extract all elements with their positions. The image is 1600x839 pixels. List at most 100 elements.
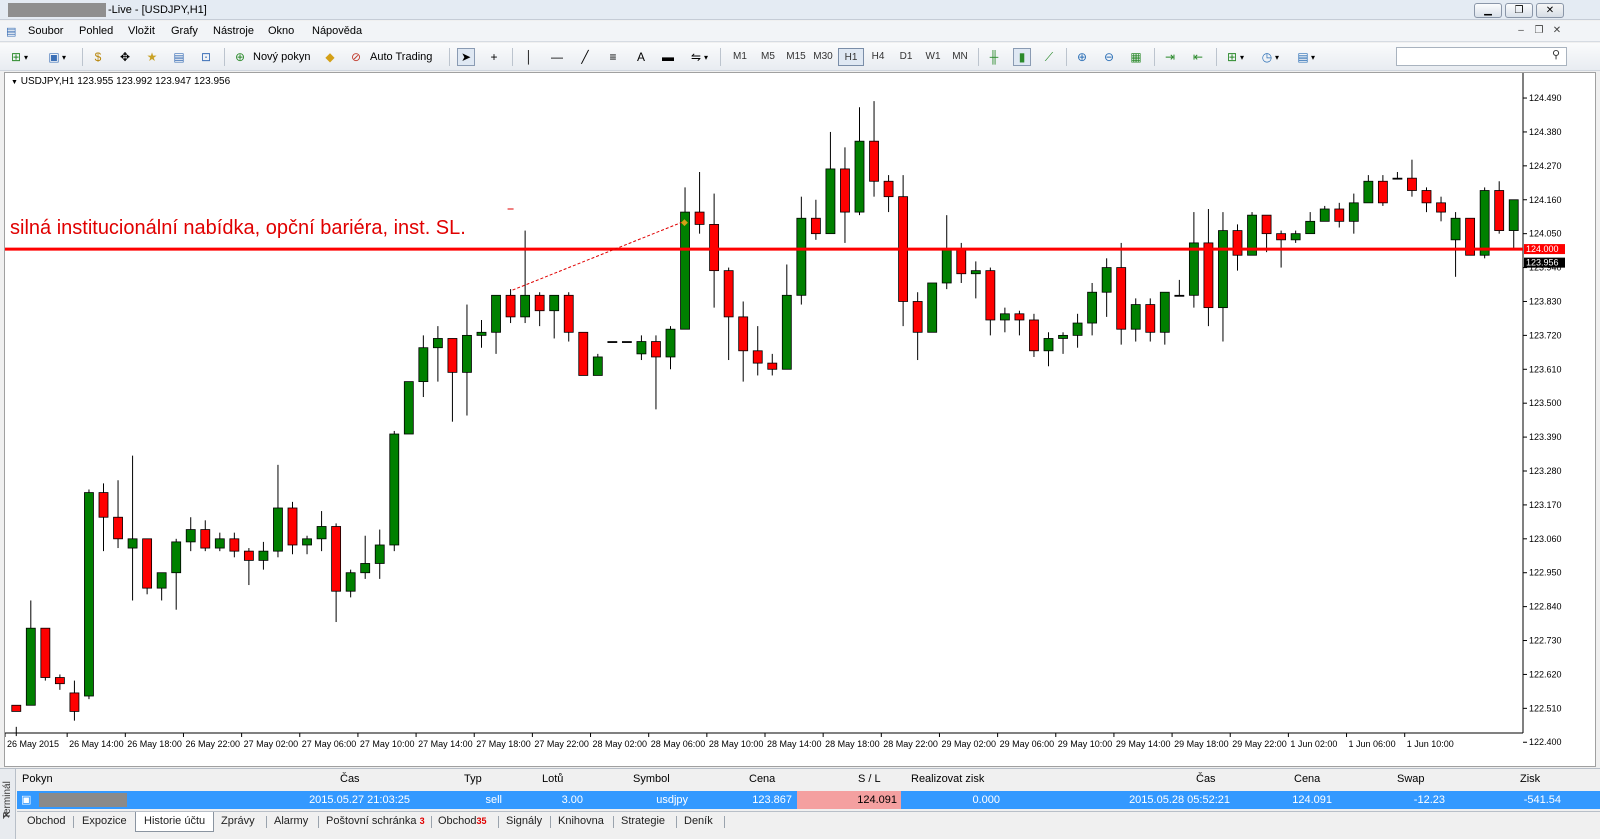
tester-button[interactable]: ⊡ (198, 48, 214, 66)
col-header-typ[interactable]: Typ (464, 773, 482, 785)
col-header-zisk[interactable]: Zisk (1520, 773, 1540, 785)
channel-button[interactable]: ≡ (605, 48, 621, 66)
cursor-tool-button[interactable]: ➤ (457, 48, 475, 66)
crosshair-tool-button[interactable]: + (486, 48, 502, 66)
indicators-button[interactable]: ⊞ ▾ (1224, 48, 1244, 66)
timeframe-h4[interactable]: H4 (865, 48, 891, 66)
col-header-sl[interactable]: S / L (858, 773, 881, 785)
tab-denik[interactable]: Deník (684, 812, 713, 832)
tab-zpravy[interactable]: Zprávy (221, 812, 255, 832)
col-header-symbol[interactable]: Symbol (633, 773, 670, 785)
tab-knihovna[interactable]: Knihovna (558, 812, 604, 832)
timeframe-m1[interactable]: M1 (727, 48, 753, 66)
col-header-pokyn[interactable]: Pokyn (22, 773, 53, 785)
window-title: -Live - [USDJPY,H1] (108, 4, 207, 16)
tab-alarmy[interactable]: Alarmy (274, 812, 308, 832)
periods-button[interactable]: ◷ ▾ (1259, 48, 1279, 66)
tab-strategie[interactable]: Strategie (621, 812, 665, 832)
trendline-icon: ╱ (581, 50, 589, 64)
mdi-close-button[interactable]: ✕ (1550, 24, 1564, 38)
timeframe-m5[interactable]: M5 (755, 48, 781, 66)
text-tool-button[interactable]: A (633, 48, 649, 66)
col-header-swap[interactable]: Swap (1397, 773, 1425, 785)
timeframe-d1[interactable]: D1 (893, 48, 919, 66)
search-icon[interactable]: ⚲ (1552, 48, 1560, 61)
timeframe-h1[interactable]: H1 (838, 48, 864, 66)
tab-signaly[interactable]: Signály (506, 812, 542, 832)
templates-button[interactable]: ▤ ▾ (1295, 48, 1315, 66)
time-tick-label: 27 May 06:00 (302, 739, 357, 749)
shapes-menu-button[interactable]: ⇋ ▾ (688, 48, 708, 66)
menu-pohled[interactable]: Pohled (79, 25, 113, 37)
price-tick-label: 122.510 (1529, 703, 1562, 713)
metaeditor-button[interactable]: ◆ (322, 48, 338, 66)
new-chart-button[interactable]: ⊞ ▾ (8, 48, 28, 66)
label-tool-button[interactable]: ▬ (660, 48, 676, 66)
table-row[interactable]: ▣ 2015.05.27 21:03:25 sell 3.00 usdjpy 1… (17, 791, 1600, 809)
vertical-line-button[interactable]: │ (521, 48, 537, 66)
col-header-cas[interactable]: Čas (340, 773, 360, 785)
chart-window[interactable]: 124.490 124.380 124.270 124.160 124.050 123.9… (4, 72, 1596, 767)
timeframe-m15[interactable]: M15 (783, 48, 809, 66)
cell-swap: -12.23 (1413, 794, 1445, 806)
line-chart-button[interactable]: ⟋ (1041, 48, 1057, 66)
tab-historie-uctu[interactable]: Historie účtu (135, 812, 215, 832)
col-header-cena-close[interactable]: Cena (1294, 773, 1320, 785)
candlestick-chart-button[interactable]: ▮ (1013, 48, 1031, 66)
col-header-realizovat-zisk[interactable]: Realizovat zisk (911, 773, 984, 785)
market-watch-button[interactable]: $ (90, 48, 106, 66)
toolbar-separator (1216, 48, 1217, 66)
timeframe-m30[interactable]: M30 (810, 48, 836, 66)
timeframe-mn[interactable]: MN (947, 48, 973, 66)
auto-scroll-button[interactable]: ⇥ (1162, 48, 1178, 66)
text-label-icon: ▬ (662, 50, 674, 64)
data-window-button[interactable]: ✥ (117, 48, 133, 66)
menu-grafy[interactable]: Grafy (171, 25, 198, 37)
menu-soubor[interactable]: Soubor (28, 25, 63, 37)
col-header-cena[interactable]: Cena (749, 773, 775, 785)
terminal-button[interactable]: ▤ (171, 48, 187, 66)
chart-shift-button[interactable]: ⇤ (1190, 48, 1206, 66)
menu-okno[interactable]: Okno (268, 25, 294, 37)
candle-body (491, 294, 501, 333)
profiles-button[interactable]: ▣ ▾ (46, 48, 66, 66)
zoom-in-button[interactable]: ⊕ (1074, 48, 1090, 66)
price-tick-label: 124.270 (1529, 161, 1562, 171)
chart-symbol-header: ▼ USDJPY,H1 123.955 123.992 123.947 123.… (11, 76, 231, 87)
bar-chart-button[interactable]: ╫ (986, 48, 1002, 66)
menu-napoveda[interactable]: Nápověda (312, 25, 362, 37)
new-chart-icon: ⊞ (10, 50, 22, 64)
search-input[interactable] (1396, 47, 1567, 66)
chart-annotation[interactable]: silná institucionální nabídka, opční bar… (10, 217, 466, 240)
col-header-lotu[interactable]: Lotů (542, 773, 563, 785)
navigator-button[interactable]: ★ (144, 48, 160, 66)
trendline-button[interactable]: ╱ (577, 48, 593, 66)
terminal-icon: ▤ (173, 50, 185, 64)
candle-body (505, 294, 516, 318)
horizontal-line-button[interactable]: — (549, 48, 565, 66)
app-icon[interactable]: ▤ (6, 25, 16, 38)
candle-body (316, 526, 327, 540)
timeframe-w1[interactable]: W1 (920, 48, 946, 66)
col-header-cas-close[interactable]: Čas (1196, 773, 1216, 785)
maximize-button[interactable]: ❐ (1505, 3, 1533, 18)
auto-trading-button[interactable]: ⊘ Auto Trading (348, 48, 432, 66)
close-button[interactable]: ✕ (1536, 3, 1564, 18)
minimize-button[interactable]: ▁ (1474, 3, 1502, 18)
zoom-out-button[interactable]: ⊖ (1101, 48, 1117, 66)
time-tick-label: 28 May 02:00 (593, 739, 648, 749)
tab-postovni-schranka[interactable]: Poštovní schránka 3 (326, 812, 425, 832)
tab-obchod[interactable]: Obchod (27, 812, 66, 832)
candle-body (1479, 190, 1490, 256)
tab-obchod-market[interactable]: Obchod35 (438, 812, 487, 832)
price-chart[interactable]: 124.490 124.380 124.270 124.160 124.050 123.9… (5, 73, 1595, 766)
new-order-button[interactable]: ⊕ Nový pokyn (232, 48, 311, 66)
tile-windows-button[interactable]: ▦ (1128, 48, 1144, 66)
mdi-restore-button[interactable]: ❐ (1532, 24, 1546, 38)
tab-expozice[interactable]: Expozice (82, 812, 127, 832)
menu-vlozit[interactable]: Vložit (128, 25, 155, 37)
menu-nastroje[interactable]: Nástroje (213, 25, 254, 37)
candle-body (1334, 208, 1345, 222)
mdi-minimize-button[interactable]: – (1514, 24, 1528, 38)
candle-body (54, 677, 65, 685)
